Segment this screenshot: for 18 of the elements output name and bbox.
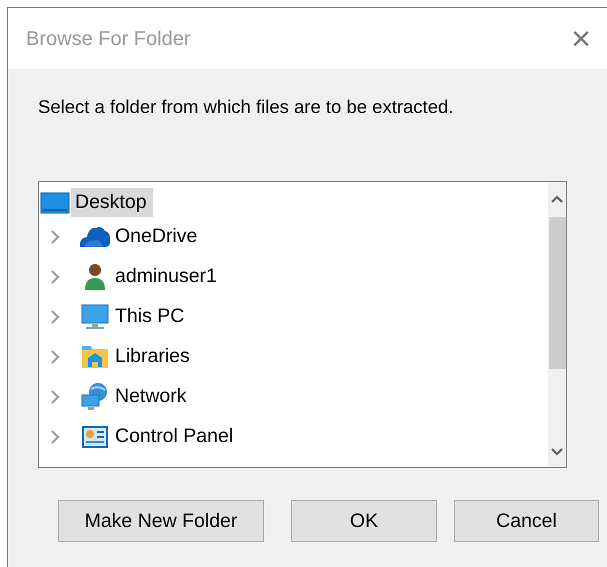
folder-item[interactable]: Network xyxy=(111,382,193,412)
cloud-icon xyxy=(79,226,111,248)
scrollbar[interactable] xyxy=(548,182,566,467)
folder-item[interactable]: Libraries xyxy=(111,342,196,372)
window-title: Browse For Folder xyxy=(26,26,190,52)
folder-item[interactable]: OneDrive xyxy=(111,222,204,252)
folder-item[interactable]: Control Panel xyxy=(111,422,240,452)
close-button[interactable]: × xyxy=(567,22,595,56)
folder-item[interactable]: This PC xyxy=(111,302,190,332)
scroll-down-icon[interactable] xyxy=(550,446,564,457)
instruction-text: Select a folder from which files are to be extracted. xyxy=(38,95,454,119)
scroll-thumb[interactable] xyxy=(548,216,566,369)
folder-item[interactable]: Desktop xyxy=(71,188,153,218)
scroll-up-icon[interactable] xyxy=(550,194,564,204)
dialog-button[interactable]: Make New Folder xyxy=(58,500,264,542)
folder-item[interactable]: adminuser1 xyxy=(111,262,223,292)
dialog-button[interactable]: OK xyxy=(291,500,437,542)
dialog-button[interactable]: Cancel xyxy=(454,500,599,542)
